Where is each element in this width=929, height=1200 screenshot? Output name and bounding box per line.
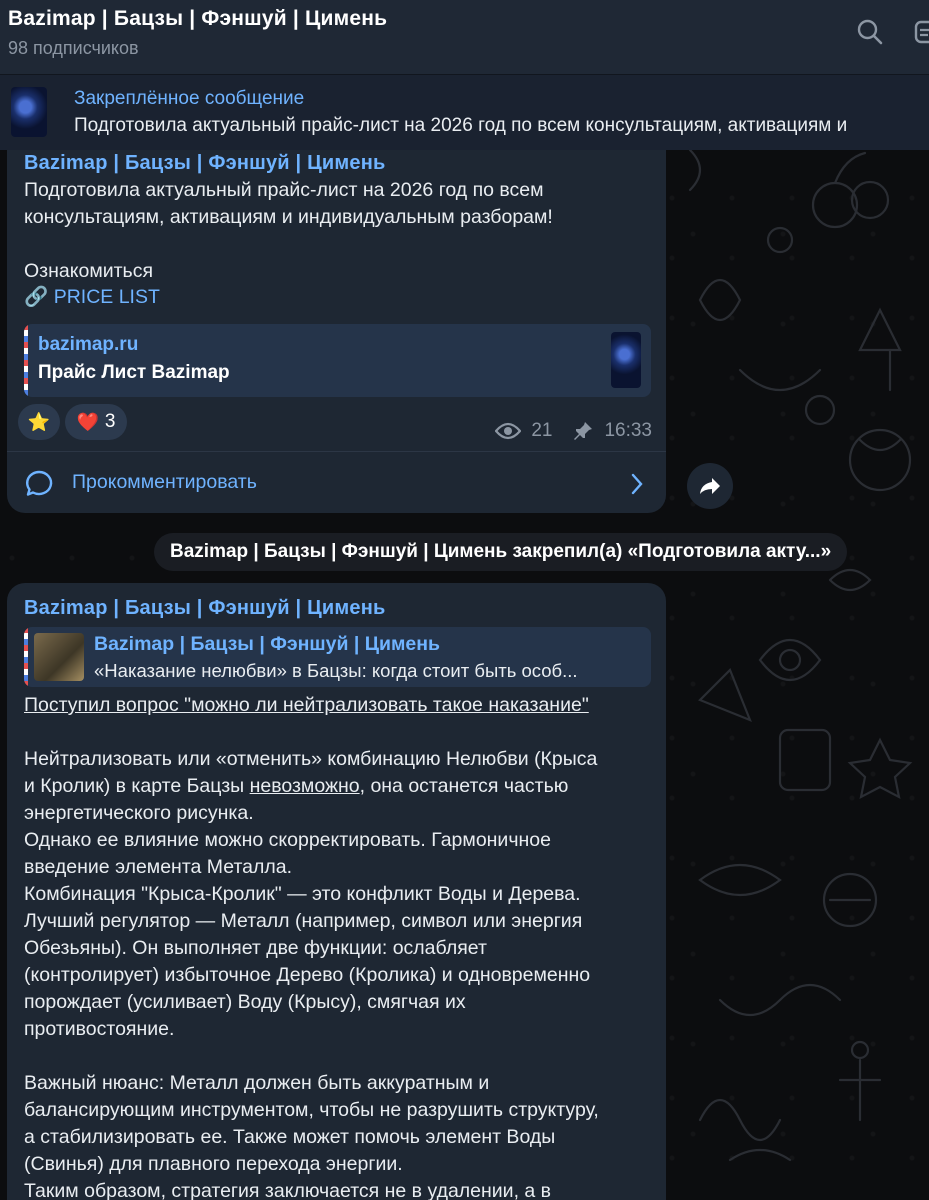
share-icon: [700, 478, 720, 494]
pin-icon: [574, 422, 593, 440]
message-meta: 21 16:33: [495, 420, 652, 442]
comment-divider: [7, 451, 666, 452]
preview-thumbnail: [611, 332, 641, 388]
message-author[interactable]: Bazimap | Бацзы | Фэншуй | Цимень: [24, 152, 386, 175]
search-icon[interactable]: [856, 18, 884, 46]
comment-label: Прокомментировать: [72, 471, 257, 493]
message-time: 16:33: [604, 420, 652, 441]
message-author[interactable]: Bazimap | Бацзы | Фэншуй | Цимень: [24, 597, 386, 620]
comment-button[interactable]: Прокомментировать: [24, 467, 649, 501]
paragraph-1: Нейтрализовать или «отменить» комбинацию…: [24, 746, 597, 827]
heart-icon: ❤️: [76, 411, 99, 432]
reaction-heart[interactable]: ❤️ 3: [65, 404, 127, 440]
emphasis-impossible: невозможно: [249, 775, 360, 797]
link-icon: 🔗: [24, 286, 49, 308]
chat-header[interactable]: Bazimap | Бацзы | Фэншуй | Цимень 98 под…: [0, 0, 929, 74]
message-bubble-article[interactable]: Bazimap | Бацзы | Фэншуй | Цимень Bazima…: [7, 583, 666, 1200]
pinned-text: Подготовила актуальный прайс-лист на 202…: [74, 115, 848, 136]
channel-title[interactable]: Bazimap | Бацзы | Фэншуй | Цимень: [8, 7, 387, 31]
quote-author: Bazimap | Бацзы | Фэншуй | Цимень: [94, 633, 441, 655]
comments-icon[interactable]: [910, 16, 929, 48]
quote-thumbnail: [34, 633, 84, 681]
service-message-pinned: Bazimap | Бацзы | Фэншуй | Цимень закреп…: [154, 533, 848, 571]
reaction-star[interactable]: ⭐: [18, 404, 60, 440]
comment-icon: [25, 470, 53, 496]
link-preview[interactable]: bazimap.ru Прайс Лист Bazimap: [24, 324, 651, 397]
preview-title: Прайс Лист Bazimap: [38, 362, 230, 383]
view-count: 21: [531, 420, 553, 441]
quote-stripe: [24, 627, 28, 687]
preview-stripe: [24, 324, 28, 397]
price-list-link[interactable]: PRICE LIST: [54, 286, 160, 308]
quote-text: «Наказание нелюбви» в Бацзы: когда стоит…: [94, 660, 578, 681]
question-line: Поступил вопрос "можно ли нейтрализовать…: [24, 694, 589, 716]
message-bubble-price[interactable]: Bazimap | Бацзы | Фэншуй | Цимень Подгот…: [7, 140, 666, 513]
star-icon: ⭐: [27, 411, 51, 432]
pinned-message-bar[interactable]: Закреплённое сообщение Подготовила актуа…: [0, 74, 929, 150]
message-text: Подготовила актуальный прайс-лист на 202…: [24, 179, 553, 282]
subscriber-count: 98 подписчиков: [8, 38, 139, 58]
eye-icon: [495, 422, 522, 440]
message-body: Однако ее влияние можно скорректировать.…: [24, 829, 599, 1200]
reaction-count: 3: [104, 411, 116, 432]
reply-quote[interactable]: Bazimap | Бацзы | Фэншуй | Цимень «Наказ…: [24, 627, 651, 687]
preview-site: bazimap.ru: [38, 334, 139, 355]
pinned-label: Закреплённое сообщение: [74, 88, 305, 109]
chevron-right-icon: [631, 473, 643, 495]
price-link-row[interactable]: 🔗 PRICE LIST: [24, 285, 160, 309]
share-button[interactable]: [687, 463, 733, 509]
pinned-thumbnail: [11, 87, 47, 137]
